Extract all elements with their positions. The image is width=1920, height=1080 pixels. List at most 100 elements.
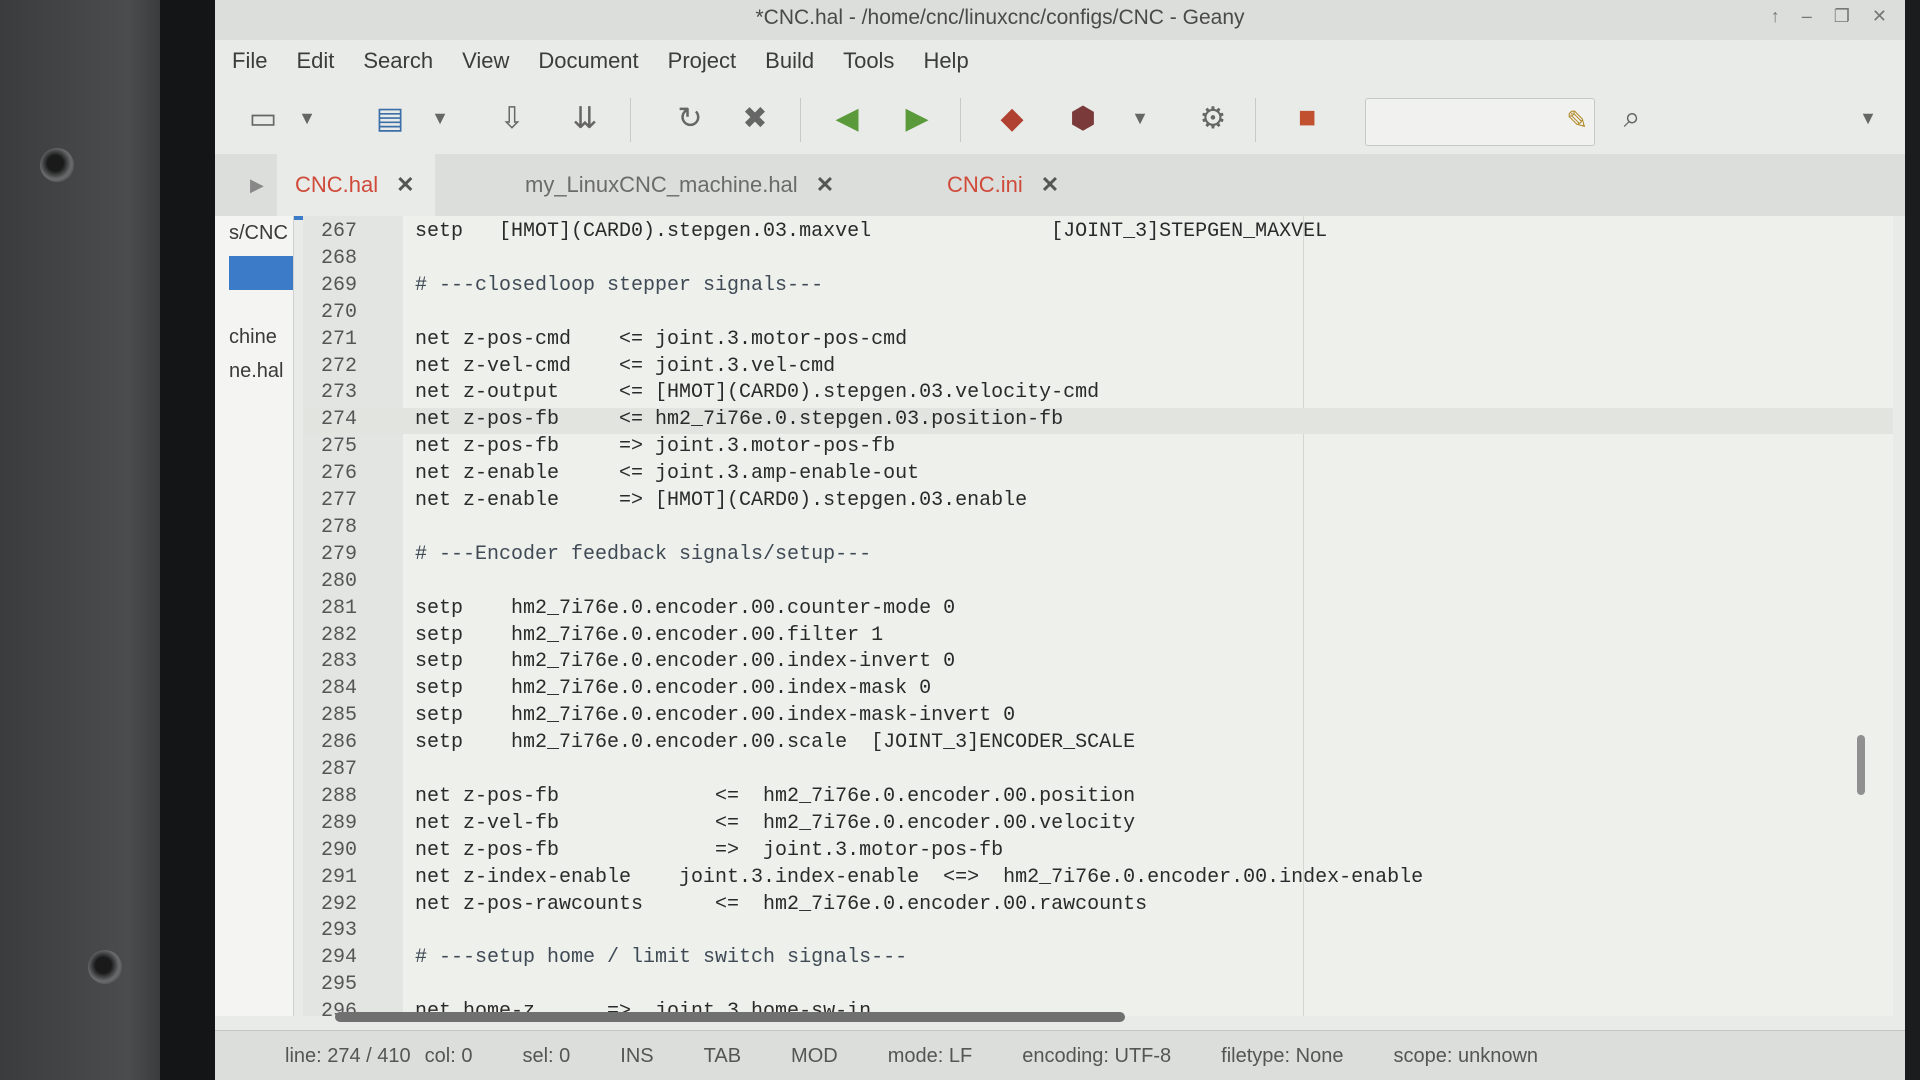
menu-tools[interactable]: Tools: [826, 44, 906, 78]
status-line: line: 274 / 410: [285, 1044, 411, 1067]
code-line[interactable]: 282 setp hm2_7i76e.0.encoder.00.filter 1: [303, 624, 1893, 650]
status-filetype: filetype: None: [1221, 1044, 1344, 1067]
code-line[interactable]: 278: [303, 516, 1893, 542]
code-text: net z-pos-fb => joint.3.motor-pos-fb: [415, 838, 1004, 862]
code-text: net z-pos-fb <= hm2_7i76e.0.encoder.00.p…: [415, 784, 1136, 808]
save-icon[interactable]: ⇩: [492, 98, 532, 138]
code-line[interactable]: 292 net z-pos-rawcounts <= hm2_7i76e.0.en…: [303, 893, 1893, 919]
line-number: 286: [321, 731, 358, 755]
tab-bar: ▶ CNC.hal ✕ my_LinuxCNC_machine.hal ✕ CN…: [215, 154, 1905, 220]
line-number: 283: [321, 650, 358, 674]
search-input[interactable]: ✎: [1365, 98, 1595, 146]
code-editor[interactable]: 267 setp [HMOT](CARD0).stepgen.03.maxvel …: [303, 216, 1893, 1023]
code-line[interactable]: 291 net z-index-enable joint.3.index-enab…: [303, 866, 1893, 892]
sidebar-item[interactable]: chine: [229, 326, 277, 349]
menu-file[interactable]: File: [215, 44, 279, 78]
sidebar-item-selected[interactable]: [229, 256, 293, 290]
menu-project[interactable]: Project: [651, 44, 748, 78]
tab-cnc-ini[interactable]: CNC.ini ✕: [947, 154, 1059, 216]
code-line[interactable]: 269 # ---closedloop stepper signals---: [303, 274, 1893, 300]
line-number: 289: [321, 811, 358, 835]
menu-view[interactable]: View: [445, 44, 521, 78]
code-line[interactable]: 280: [303, 570, 1893, 596]
close-file-icon[interactable]: ✖: [735, 98, 775, 138]
maximize-icon[interactable]: ❐: [1834, 6, 1850, 27]
status-ins: INS: [620, 1044, 654, 1067]
code-line[interactable]: 271 net z-pos-cmd <= joint.3.motor-pos-cm…: [303, 328, 1893, 354]
chevron-down-icon[interactable]: ▼: [287, 98, 327, 138]
line-number: 270: [321, 300, 358, 324]
back-arrow-icon[interactable]: ◀: [827, 98, 867, 138]
tab-cnc-hal[interactable]: CNC.hal ✕: [277, 154, 435, 220]
code-line[interactable]: 267 setp [HMOT](CARD0).stepgen.03.maxvel …: [303, 220, 1893, 246]
close-icon[interactable]: ✕: [1872, 6, 1887, 27]
tab-my-linuxcnc-machine-hal[interactable]: my_LinuxCNC_machine.hal ✕: [525, 154, 834, 216]
code-line[interactable]: 273 net z-output <= [HMOT](CARD0).stepgen…: [303, 381, 1893, 407]
window-title: *CNC.hal - /home/cnc/linuxcnc/configs/CN…: [755, 6, 1245, 29]
code-text: net z-vel-cmd <= joint.3.vel-cmd: [415, 354, 836, 378]
code-line[interactable]: 286 setp hm2_7i76e.0.encoder.00.scale [JO…: [303, 731, 1893, 757]
close-icon[interactable]: ✕: [816, 172, 834, 198]
chevron-down-icon[interactable]: ▼: [420, 98, 460, 138]
code-line[interactable]: 285 setp hm2_7i76e.0.encoder.00.index-mas…: [303, 704, 1893, 730]
code-line[interactable]: 279 # ---Encoder feedback signals/setup--…: [303, 543, 1893, 569]
monitor-edge: [1905, 0, 1920, 1080]
window-controls: ↑ – ❐ ✕: [1771, 6, 1887, 27]
code-text: net z-enable <= joint.3.amp-enable-out: [415, 462, 920, 486]
code-line[interactable]: 270: [303, 301, 1893, 327]
chevron-down-icon[interactable]: ▼: [1120, 98, 1160, 138]
code-line[interactable]: 295: [303, 973, 1893, 999]
menu-document[interactable]: Document: [521, 44, 650, 78]
code-line[interactable]: 287: [303, 758, 1893, 784]
code-line[interactable]: 274 net z-pos-fb <= hm2_7i76e.0.stepgen.0…: [303, 408, 1893, 435]
find-icon[interactable]: ⌕: [1612, 98, 1652, 138]
code-line[interactable]: 288 net z-pos-fb <= hm2_7i76e.0.encoder.0…: [303, 785, 1893, 811]
menu-edit[interactable]: Edit: [279, 44, 346, 78]
code-line[interactable]: 272 net z-vel-cmd <= joint.3.vel-cmd: [303, 355, 1893, 381]
horizontal-scrollbar[interactable]: [335, 1012, 1125, 1022]
code-text: net z-enable => [HMOT](CARD0).stepgen.03…: [415, 489, 1028, 512]
close-icon[interactable]: ✕: [1041, 172, 1059, 198]
code-line[interactable]: 284 setp hm2_7i76e.0.encoder.00.index-mas…: [303, 677, 1893, 703]
reload-icon[interactable]: ↻: [670, 98, 710, 138]
code-line[interactable]: 277 net z-enable => [HMOT](CARD0).stepgen…: [303, 489, 1893, 515]
toolbar: ▭ ▼ ▤ ▼ ⇩ ⇊ ↻ ✖ ◀ ▶ ◆ ⬢ ▼ ⚙ ■ ✎ ⌕ ▼: [215, 90, 1905, 152]
code-text: net z-index-enable joint.3.index-enable …: [415, 865, 1424, 889]
execute-icon[interactable]: ⚙: [1193, 98, 1233, 138]
line-number: 293: [321, 919, 358, 943]
new-file-icon[interactable]: ▭: [243, 98, 283, 138]
menu-search[interactable]: Search: [346, 44, 445, 78]
tab-scroll-left-icon[interactable]: ▶: [250, 154, 264, 216]
clear-search-icon[interactable]: ✎: [1566, 105, 1588, 136]
code-line[interactable]: 268: [303, 247, 1893, 273]
code-line[interactable]: 289 net z-vel-fb <= hm2_7i76e.0.encoder.0…: [303, 812, 1893, 838]
save-all-icon[interactable]: ⇊: [565, 98, 605, 138]
code-line[interactable]: 294 # ---setup home / limit switch signal…: [303, 946, 1893, 972]
code-line[interactable]: 290 net z-pos-fb => joint.3.motor-pos-fb: [303, 839, 1893, 865]
code-line[interactable]: 293: [303, 919, 1893, 945]
code-line[interactable]: 281 setp hm2_7i76e.0.encoder.00.counter-m…: [303, 597, 1893, 623]
status-bar: line: 274 / 410 col: 0 sel: 0 INS TAB MO…: [215, 1030, 1905, 1080]
code-line[interactable]: 283 setp hm2_7i76e.0.encoder.00.index-inv…: [303, 650, 1893, 676]
open-file-icon[interactable]: ▤: [370, 98, 410, 138]
vertical-scrollbar[interactable]: [1857, 735, 1865, 795]
menu-help[interactable]: Help: [906, 44, 980, 78]
toolbar-separator: [800, 98, 801, 142]
toolbar-separator: [960, 98, 961, 142]
chevron-down-icon[interactable]: ▼: [1848, 98, 1888, 138]
code-text: net z-pos-cmd <= joint.3.motor-pos-cmd: [415, 327, 908, 351]
geany-window: *CNC.hal - /home/cnc/linuxcnc/configs/CN…: [215, 0, 1905, 1080]
color-chooser-icon[interactable]: ■: [1287, 98, 1327, 138]
menu-build[interactable]: Build: [748, 44, 826, 78]
up-icon[interactable]: ↑: [1771, 6, 1780, 27]
compile-icon[interactable]: ◆: [992, 98, 1032, 138]
sidebar-item[interactable]: s/CNC: [229, 222, 288, 245]
sidebar-item[interactable]: ne.hal: [229, 360, 284, 383]
menu-bar: File Edit Search View Document Project B…: [215, 44, 981, 78]
close-icon[interactable]: ✕: [396, 172, 414, 198]
code-line[interactable]: 276 net z-enable <= joint.3.amp-enable-ou…: [303, 462, 1893, 488]
code-line[interactable]: 275 net z-pos-fb => joint.3.motor-pos-fb: [303, 435, 1893, 461]
forward-arrow-icon[interactable]: ▶: [897, 98, 937, 138]
minimize-icon[interactable]: –: [1802, 6, 1812, 27]
build-icon[interactable]: ⬢: [1063, 98, 1103, 138]
